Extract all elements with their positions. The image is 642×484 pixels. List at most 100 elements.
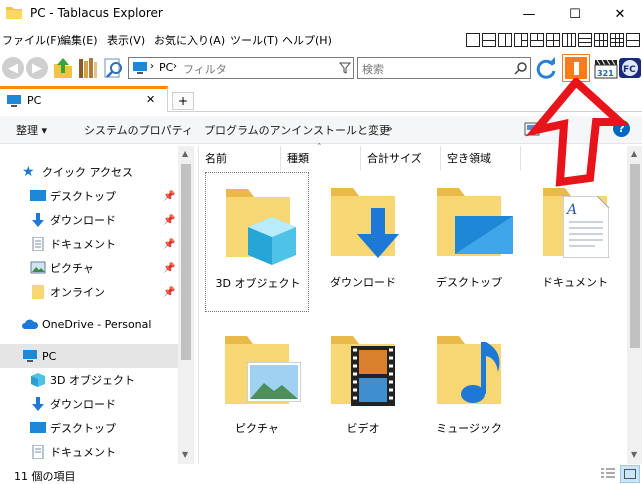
tab-label: PC — [27, 94, 42, 107]
sidebar-item-label: デスクトップ — [50, 422, 116, 435]
folder-label: ミュージック — [436, 422, 502, 435]
layout-three-b-icon[interactable] — [530, 33, 544, 47]
details-view-icon[interactable] — [600, 467, 616, 481]
column-free-space[interactable]: 空き領域 — [441, 146, 521, 170]
tab-close-icon[interactable]: ✕ — [146, 93, 155, 106]
menu-view[interactable]: 表示(V) — [107, 32, 145, 48]
column-total-size[interactable]: 合計サイズ — [361, 146, 441, 170]
menu-file[interactable]: ファイル(F) — [2, 32, 61, 48]
layout-vsplit-icon[interactable] — [498, 33, 512, 47]
sidebar-item-pc[interactable]: PC — [0, 344, 178, 368]
sidebar-item-label: デスクトップ — [50, 190, 116, 203]
svg-text:FC: FC — [623, 65, 636, 75]
annotation-arrow-icon — [525, 78, 628, 187]
forward-icon[interactable]: ▶ — [26, 57, 48, 79]
search-icon[interactable] — [514, 61, 528, 75]
menu-tools[interactable]: ツール(T) — [230, 32, 278, 48]
fc-app-icon[interactable]: FC — [619, 56, 642, 80]
filter-icon[interactable] — [339, 62, 351, 74]
address-bar[interactable]: › PC › フィルタ — [128, 57, 354, 79]
layout-single-icon[interactable] — [466, 33, 480, 47]
close-button[interactable]: ✕ — [597, 0, 642, 28]
layout-triple-h-icon[interactable] — [578, 33, 592, 47]
sidebar-item-3d-objects[interactable]: 3D オブジェクト — [0, 368, 178, 392]
menu-help[interactable]: ヘルプ(H) — [282, 32, 332, 48]
folder-videos[interactable]: ビデオ — [311, 320, 415, 460]
up-folder-icon[interactable] — [52, 56, 74, 80]
search-placeholder: 検索 — [362, 63, 384, 76]
sidebar-item-desktop-pc[interactable]: デスクトップ — [0, 416, 178, 440]
sidebar-item-desktop[interactable]: デスクトップ 📌 — [0, 184, 178, 208]
sidebar-item-downloads-pc[interactable]: ダウンロード — [0, 392, 178, 416]
sidebar-item-onedrive[interactable]: OneDrive - Personal — [0, 312, 178, 336]
layout-three-icon[interactable] — [514, 33, 528, 47]
column-name[interactable]: 名前 — [199, 146, 281, 170]
sort-up-icon: ˄ — [317, 143, 322, 153]
desktop-icon — [30, 422, 46, 433]
more-commands-button[interactable]: » — [386, 122, 393, 135]
sidebar-item-label: 3D オブジェクト — [50, 374, 135, 387]
layout-hsplit-icon[interactable] — [482, 33, 496, 47]
sidebar-item-pictures[interactable]: ピクチャ 📌 — [0, 256, 178, 280]
status-bar: 11 個の項目 — [0, 465, 642, 484]
pin-icon[interactable]: 📌 — [163, 287, 175, 298]
folder-3d-objects[interactable]: 3D オブジェクト — [205, 172, 309, 312]
menu-favorites[interactable]: お気に入り(A) — [154, 32, 225, 48]
pin-icon[interactable]: 📌 — [163, 239, 175, 250]
organize-button[interactable]: 整理 ▾ — [16, 122, 47, 138]
file-view: 名前 種類 ˄ 合計サイズ 空き領域 3D オブジェクト ダウンロード デスクト… — [198, 143, 642, 464]
sidebar-item-downloads[interactable]: ダウンロード 📌 — [0, 208, 178, 232]
folder-downloads[interactable]: ダウンロード — [311, 172, 415, 312]
layout-six-icon[interactable] — [594, 33, 608, 47]
maximize-button[interactable]: ☐ — [552, 0, 598, 28]
layout-grid-icon[interactable] — [610, 33, 624, 47]
pin-icon[interactable]: 📌 — [163, 215, 175, 226]
folder-documents[interactable]: A ドキュメント — [523, 172, 627, 312]
sidebar-item-label: ドキュメント — [50, 238, 116, 251]
tab-pc[interactable]: PC ✕ — [0, 86, 168, 112]
folder-label: ビデオ — [346, 422, 380, 435]
folder-desktop[interactable]: デスクトップ — [417, 172, 521, 312]
quick-access-item[interactable]: ★ クイック アクセス — [0, 160, 178, 184]
cube-icon — [31, 373, 45, 387]
menu-edit[interactable]: 編集(E) — [60, 32, 98, 48]
folder-label: デスクトップ — [436, 276, 502, 289]
sidebar-item-documents[interactable]: ドキュメント 📌 — [0, 232, 178, 256]
back-icon[interactable]: ◀ — [2, 57, 24, 79]
layout-more-icon[interactable] — [626, 33, 640, 47]
sidebar-item-label: オンライン — [50, 286, 105, 299]
document-icon — [32, 445, 44, 459]
minimize-button[interactable]: — — [506, 0, 552, 28]
large-icons-view-icon[interactable] — [620, 465, 640, 483]
system-properties-button[interactable]: システムのプロパティ — [84, 122, 193, 138]
pin-icon[interactable]: 📌 — [163, 263, 175, 274]
folder-label: ダウンロード — [330, 276, 396, 289]
layout-quad-icon[interactable] — [546, 33, 560, 47]
uninstall-programs-button[interactable]: プログラムのアンインストールと変更 — [204, 122, 390, 138]
document-icon — [32, 237, 44, 251]
folder-icon — [32, 285, 44, 299]
pin-icon[interactable]: 📌 — [163, 191, 175, 202]
filter-input[interactable]: フィルタ — [183, 61, 227, 77]
picture-icon — [30, 261, 46, 274]
find-icon[interactable] — [103, 56, 125, 80]
navigation-pane: ★ クイック アクセス デスクトップ 📌 ダウンロード 📌 ドキュメント 📌 ピ… — [0, 146, 194, 464]
folder-music[interactable]: ミュージック — [417, 320, 521, 460]
main-scrollbar[interactable]: ▲ ▼ — [627, 146, 642, 464]
sidebar-item-documents-pc[interactable]: ドキュメント — [0, 440, 178, 464]
address-path[interactable]: PC — [159, 61, 173, 74]
sidebar-item-online[interactable]: オンライン 📌 — [0, 280, 178, 304]
sidebar-scrollbar[interactable]: ▲ ▼ — [178, 146, 194, 464]
chevron-right-icon: › — [150, 61, 154, 72]
sidebar-item-label: PC — [42, 349, 57, 363]
layout-triple-icon[interactable] — [562, 33, 576, 47]
new-tab-button[interactable]: + — [172, 92, 194, 110]
cube-icon — [248, 217, 296, 265]
search-input[interactable]: 検索 — [357, 57, 531, 79]
clapper-321-icon[interactable]: 321 — [594, 56, 618, 80]
folder-icon — [6, 7, 22, 19]
folder-pictures[interactable]: ピクチャ — [205, 320, 309, 460]
bookshelf-icon[interactable] — [77, 56, 99, 80]
download-icon — [32, 213, 44, 227]
music-note-icon — [461, 342, 500, 403]
